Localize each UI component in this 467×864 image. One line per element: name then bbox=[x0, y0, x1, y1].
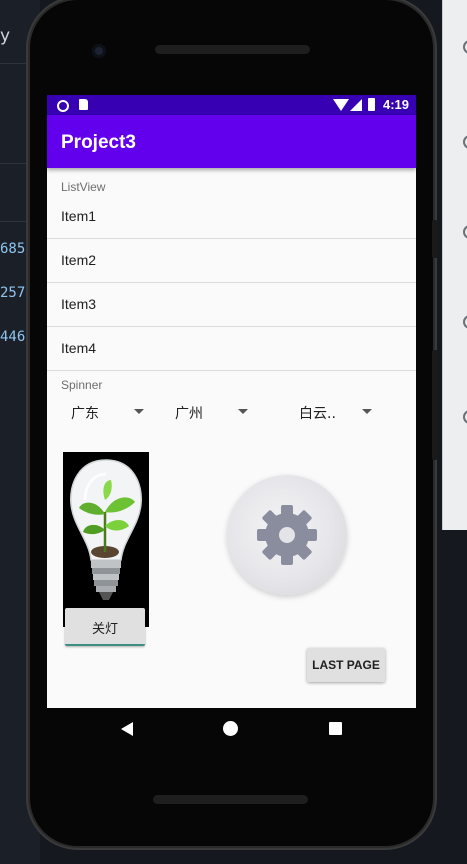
tool-icon[interactable] bbox=[463, 40, 467, 54]
top-speaker bbox=[155, 45, 310, 54]
back-icon[interactable] bbox=[121, 722, 133, 736]
home-icon[interactable] bbox=[223, 721, 238, 736]
ide-tool-strip bbox=[442, 0, 467, 530]
tool-icon[interactable] bbox=[463, 410, 467, 424]
status-time: 4:19 bbox=[383, 97, 410, 112]
power-button bbox=[432, 350, 438, 460]
list-item-label: Item2 bbox=[61, 252, 97, 268]
signal-icon bbox=[350, 99, 362, 111]
last-page-button[interactable]: LAST PAGE bbox=[307, 648, 385, 682]
light-toggle-button[interactable]: 关灯 bbox=[65, 608, 145, 646]
tool-icon[interactable] bbox=[463, 135, 467, 149]
city-value: 广州 bbox=[175, 406, 203, 422]
volume-button bbox=[432, 220, 438, 258]
bottom-speaker bbox=[153, 795, 308, 804]
province-value: 广东 bbox=[71, 406, 99, 422]
app-bar: Project3 bbox=[47, 115, 416, 168]
status-bar: 4:19 bbox=[47, 95, 416, 115]
tool-icon[interactable] bbox=[463, 225, 467, 239]
app-title: Project3 bbox=[61, 132, 136, 153]
device-screen: 4:19 Project3 ListView Item1 Item2 Item3… bbox=[47, 95, 416, 708]
ide-partial-title: y bbox=[0, 26, 11, 46]
last-page-label: LAST PAGE bbox=[312, 658, 380, 672]
tool-icon[interactable] bbox=[463, 315, 467, 329]
district-spinner[interactable]: 白云.. bbox=[299, 395, 375, 427]
light-bulb-image bbox=[63, 452, 149, 627]
settings-button[interactable] bbox=[227, 475, 347, 595]
city-spinner[interactable]: 广州 bbox=[175, 395, 251, 427]
list-item[interactable]: Item4 bbox=[47, 327, 416, 371]
chevron-down-icon bbox=[238, 409, 248, 414]
list-item-label: Item1 bbox=[61, 208, 97, 224]
ide-code-line: 2574 bbox=[0, 285, 34, 301]
light-toggle-label: 关灯 bbox=[91, 622, 118, 637]
list-item-label: Item4 bbox=[61, 340, 97, 356]
list-item[interactable]: Item3 bbox=[47, 283, 416, 327]
list-item[interactable]: Item2 bbox=[47, 239, 416, 283]
chevron-down-icon bbox=[362, 409, 372, 414]
battery-icon bbox=[368, 98, 375, 111]
notification-icon bbox=[57, 100, 69, 112]
district-value: 白云.. bbox=[299, 406, 336, 422]
wifi-icon bbox=[333, 99, 349, 111]
spinner-label: Spinner bbox=[61, 378, 103, 392]
list-view: Item1 Item2 Item3 Item4 bbox=[47, 195, 416, 371]
chevron-down-icon bbox=[134, 409, 144, 414]
camera-icon bbox=[92, 44, 106, 58]
listview-label: ListView bbox=[61, 180, 106, 194]
gear-icon bbox=[257, 505, 317, 565]
ide-code-line: 4466 bbox=[0, 329, 34, 345]
ide-code-line: 685c bbox=[0, 241, 34, 257]
list-item[interactable]: Item1 bbox=[47, 195, 416, 239]
sd-card-icon bbox=[79, 99, 88, 110]
province-spinner[interactable]: 广东 bbox=[71, 395, 147, 427]
recents-icon[interactable] bbox=[329, 722, 342, 735]
list-item-label: Item3 bbox=[61, 296, 97, 312]
